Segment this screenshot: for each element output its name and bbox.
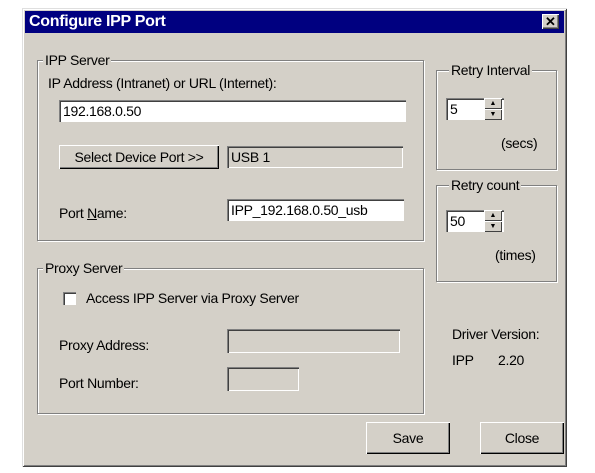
ipp-server-group: IPP Server IP Address (Intranet) or URL … <box>37 52 424 241</box>
close-button[interactable]: Close <box>480 422 564 454</box>
port-name-label-accesskey: N <box>87 205 97 221</box>
proxy-server-group: Proxy Server Access IPP Server via Proxy… <box>37 260 424 414</box>
retry-count-spinner[interactable]: ▲ ▼ <box>484 210 502 232</box>
port-number-label: Port Number: <box>59 375 139 391</box>
proxy-address-label: Proxy Address: <box>59 337 149 353</box>
title-bar[interactable]: Configure IPP Port ✕ <box>25 11 564 33</box>
port-name-label-pre: Port <box>59 205 88 221</box>
close-icon: ✕ <box>545 14 556 29</box>
proxy-server-legend: Proxy Server <box>43 260 125 276</box>
spin-up-icon[interactable]: ▲ <box>484 210 502 221</box>
retry-interval-unit: (secs) <box>501 135 538 151</box>
proxy-address-input <box>227 329 400 353</box>
spin-down-icon[interactable]: ▼ <box>484 109 502 120</box>
retry-interval-spinner[interactable]: ▲ ▼ <box>484 98 502 120</box>
close-window-button[interactable]: ✕ <box>542 14 559 29</box>
window-title: Configure IPP Port <box>29 13 166 30</box>
retry-count-unit: (times) <box>495 247 536 263</box>
driver-version-value: 2.20 <box>498 352 525 368</box>
ip-address-label: IP Address (Intranet) or URL (Internet): <box>48 75 277 91</box>
spin-down-icon[interactable]: ▼ <box>484 221 502 232</box>
driver-version-label: Driver Version: <box>452 326 540 342</box>
driver-name: IPP <box>452 352 474 368</box>
retry-interval-legend: Retry Interval <box>449 62 533 78</box>
ipp-server-legend: IPP Server <box>43 52 112 68</box>
port-name-label: Port Name: <box>59 205 127 221</box>
proxy-checkbox[interactable] <box>63 292 76 305</box>
port-number-input <box>227 367 299 391</box>
retry-count-legend: Retry count <box>449 177 522 193</box>
select-device-port-button[interactable]: Select Device Port >> <box>59 145 219 169</box>
save-button[interactable]: Save <box>366 422 450 454</box>
retry-interval-group: Retry Interval 5 ▲ ▼ (secs) <box>436 62 557 170</box>
port-name-input[interactable]: IPP_192.168.0.50_usb <box>227 199 404 221</box>
retry-count-group: Retry count 50 ▲ ▼ (times) <box>436 177 557 282</box>
configure-ipp-port-dialog: Configure IPP Port ✕ IPP Server IP Addre… <box>22 8 567 467</box>
device-port-field: USB 1 <box>227 146 403 168</box>
port-name-label-post: ame: <box>96 205 127 221</box>
spin-up-icon[interactable]: ▲ <box>484 98 502 109</box>
proxy-checkbox-label[interactable]: Access IPP Server via Proxy Server <box>86 290 299 306</box>
ip-address-input[interactable]: 192.168.0.50 <box>59 100 406 122</box>
